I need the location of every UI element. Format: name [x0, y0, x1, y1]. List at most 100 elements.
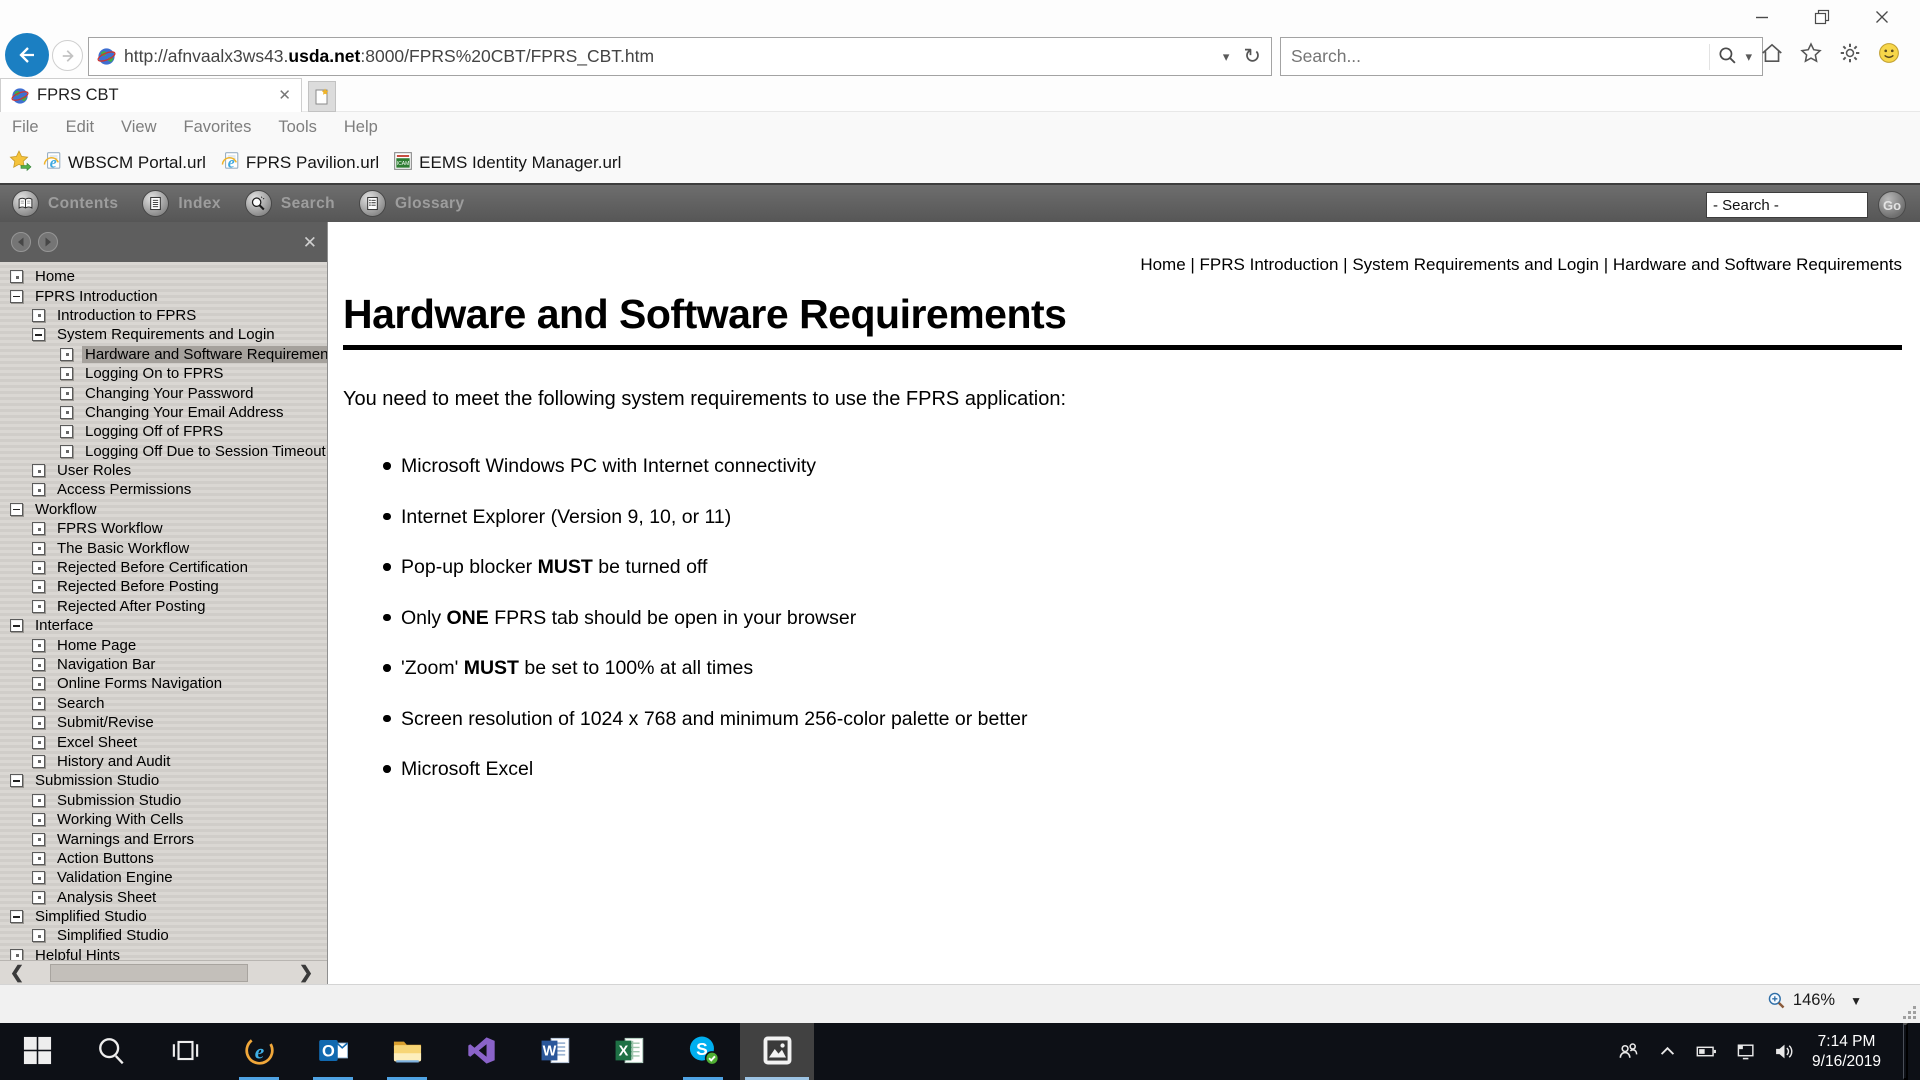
taskbar-skype-button[interactable]: S [666, 1023, 740, 1080]
toc-item-access-permissions[interactable]: Access Permissions [0, 480, 327, 499]
taskbar-start-button[interactable] [0, 1023, 74, 1080]
collapse-minus-icon[interactable] [10, 503, 23, 516]
toc-item-submission-studio[interactable]: Submission Studio [0, 771, 327, 790]
toc-item-analysis-sheet[interactable]: Analysis Sheet [0, 888, 327, 907]
taskbar-internet-explorer-button[interactable]: e [222, 1023, 296, 1080]
scroll-left-arrow[interactable]: ❮ [0, 961, 34, 985]
tab-fprs-cbt[interactable]: FPRS CBT ✕ [0, 78, 302, 112]
toc-item-system-requirements-and-login[interactable]: System Requirements and Login [0, 325, 327, 344]
menu-view[interactable]: View [121, 118, 156, 137]
toc-item-rejected-before-posting[interactable]: Rejected Before Posting [0, 577, 327, 596]
tray-people-icon[interactable] [1617, 1041, 1639, 1063]
toc-item-interface[interactable]: Interface [0, 616, 327, 635]
breadcrumb-fprs-introduction[interactable]: FPRS Introduction [1200, 255, 1339, 275]
toc-item-action-buttons[interactable]: Action Buttons [0, 849, 327, 868]
breadcrumb-hardware-and-software-requirements[interactable]: Hardware and Software Requirements [1613, 255, 1902, 275]
toc-item-simplified-studio[interactable]: Simplified Studio [0, 907, 327, 926]
tray-hidden-icons-chevron-icon[interactable] [1656, 1041, 1678, 1063]
address-bar[interactable]: http://afnvaalx3ws43.usda.net:8000/FPRS%… [88, 37, 1272, 76]
help-toolbar-contents-button[interactable]: Contents [12, 190, 118, 217]
menu-help[interactable]: Help [344, 118, 378, 137]
toc-item-the-basic-workflow[interactable]: The Basic Workflow [0, 538, 327, 557]
toc-item-logging-off-of-fprs[interactable]: Logging Off of FPRS [0, 422, 327, 441]
toc-item-search[interactable]: Search [0, 694, 327, 713]
zoom-control[interactable]: 146% ▼ [1767, 991, 1862, 1010]
toc-item-fprs-workflow[interactable]: FPRS Workflow [0, 519, 327, 538]
toc-item-helpful-hints[interactable]: Helpful Hints [0, 946, 327, 960]
window-close-button[interactable] [1864, 4, 1900, 30]
taskbar-word-button[interactable]: W [518, 1023, 592, 1080]
collapse-minus-icon[interactable] [10, 619, 23, 632]
toc-item-changing-your-password[interactable]: Changing Your Password [0, 383, 327, 402]
add-favorite-star-icon[interactable] [8, 150, 32, 175]
toc-item-working-with-cells[interactable]: Working With Cells [0, 810, 327, 829]
help-search-input[interactable] [1706, 192, 1868, 218]
toc-item-workflow[interactable]: Workflow [0, 500, 327, 519]
autocomplete-dropdown-button[interactable]: ▾ [1223, 50, 1230, 63]
new-tab-button[interactable] [308, 81, 336, 112]
taskbar-task-view-button[interactable] [148, 1023, 222, 1080]
favorite-wbscm-portal-url[interactable]: eWBSCM Portal.url [42, 151, 206, 174]
toc-item-home-page[interactable]: Home Page [0, 635, 327, 654]
help-toolbar-glossary-button[interactable]: Glossary [359, 190, 465, 217]
taskbar-excel-button[interactable]: X [592, 1023, 666, 1080]
sidebar-close-button[interactable]: ✕ [303, 234, 317, 251]
collapse-minus-icon[interactable] [10, 774, 23, 787]
toc-item-online-forms-navigation[interactable]: Online Forms Navigation [0, 674, 327, 693]
window-minimize-button[interactable] [1744, 4, 1780, 30]
toc-item-logging-off-due-to-session-timeout[interactable]: Logging Off Due to Session Timeout [0, 442, 327, 461]
toc-item-logging-on-to-fprs[interactable]: Logging On to FPRS [0, 364, 327, 383]
search-provider-dropdown[interactable]: ▾ [1745, 50, 1752, 63]
breadcrumb-home[interactable]: Home [1140, 255, 1185, 275]
collapse-minus-icon[interactable] [32, 328, 45, 341]
favorites-button[interactable] [1798, 40, 1824, 66]
toc-item-warnings-and-errors[interactable]: Warnings and Errors [0, 829, 327, 848]
menu-favorites[interactable]: Favorites [184, 118, 252, 137]
resize-grip[interactable] [1901, 1004, 1917, 1020]
help-toolbar-index-button[interactable]: Index [142, 190, 220, 217]
help-search-go-button[interactable]: Go [1878, 191, 1906, 219]
toc-item-user-roles[interactable]: User Roles [0, 461, 327, 480]
feedback-button[interactable] [1876, 40, 1902, 66]
favorite-fprs-pavilion-url[interactable]: eFPRS Pavilion.url [220, 151, 379, 174]
tab-close-button[interactable]: ✕ [278, 88, 291, 103]
toc-item-simplified-studio[interactable]: Simplified Studio [0, 926, 327, 945]
taskbar-photos-button[interactable] [740, 1023, 814, 1080]
forward-button[interactable] [52, 40, 83, 71]
toc-item-history-and-audit[interactable]: History and Audit [0, 752, 327, 771]
tray-network-icon[interactable] [1734, 1041, 1756, 1063]
show-desktop-button[interactable] [1903, 1023, 1908, 1080]
refresh-button[interactable]: ↻ [1243, 46, 1261, 67]
toc-item-rejected-before-certification[interactable]: Rejected Before Certification [0, 558, 327, 577]
scroll-right-arrow[interactable]: ❯ [289, 961, 323, 985]
toc-item-fprs-introduction[interactable]: FPRS Introduction [0, 286, 327, 305]
scrollbar-thumb[interactable] [50, 964, 248, 982]
sidebar-horizontal-scrollbar[interactable]: ❮ ❯ [0, 960, 327, 984]
breadcrumb-system-requirements-and-login[interactable]: System Requirements and Login [1352, 255, 1599, 275]
home-button[interactable] [1759, 40, 1785, 66]
taskbar-clock[interactable]: 7:14 PM 9/16/2019 [1812, 1032, 1881, 1072]
toc-item-home[interactable]: Home [0, 267, 327, 286]
taskbar-file-explorer-button[interactable] [370, 1023, 444, 1080]
sidebar-back-button[interactable] [10, 231, 32, 253]
toc-item-introduction-to-fprs[interactable]: Introduction to FPRS [0, 306, 327, 325]
menu-tools[interactable]: Tools [278, 118, 317, 137]
toc-item-changing-your-email-address[interactable]: Changing Your Email Address [0, 403, 327, 422]
toc-item-rejected-after-posting[interactable]: Rejected After Posting [0, 597, 327, 616]
collapse-minus-icon[interactable] [10, 910, 23, 923]
toc-item-excel-sheet[interactable]: Excel Sheet [0, 732, 327, 751]
menu-file[interactable]: File [12, 118, 39, 137]
toc-item-validation-engine[interactable]: Validation Engine [0, 868, 327, 887]
search-input[interactable] [1281, 46, 1709, 67]
sidebar-forward-button[interactable] [37, 231, 59, 253]
toc-item-submission-studio[interactable]: Submission Studio [0, 791, 327, 810]
taskbar-outlook-button[interactable]: O [296, 1023, 370, 1080]
toc-item-submit-revise[interactable]: Submit/Revise [0, 713, 327, 732]
help-toolbar-search-button[interactable]: Search [245, 190, 335, 217]
back-button[interactable] [5, 33, 49, 77]
tray-battery-icon[interactable] [1695, 1041, 1717, 1063]
collapse-minus-icon[interactable] [10, 290, 23, 303]
toc-item-navigation-bar[interactable]: Navigation Bar [0, 655, 327, 674]
search-magnifier-icon[interactable] [1718, 46, 1737, 68]
toc-item-hardware-and-software-requirements[interactable]: Hardware and Software Requirements [0, 345, 327, 364]
